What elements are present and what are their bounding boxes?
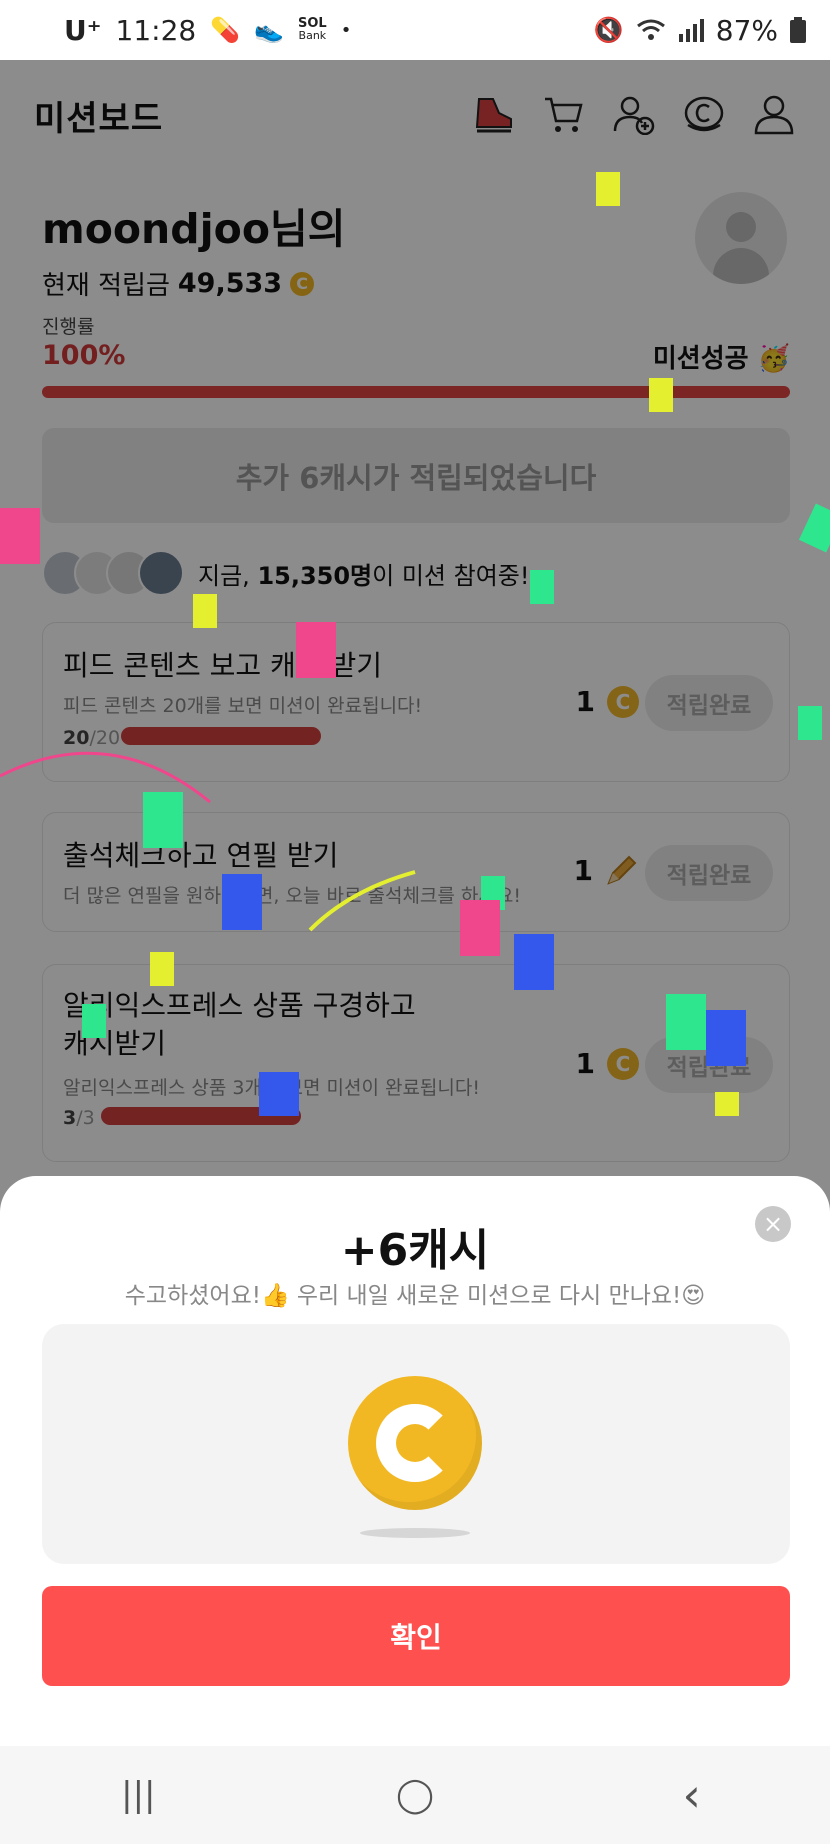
confetti-piece (715, 1092, 739, 1116)
confetti-piece (649, 378, 673, 412)
confetti-piece (706, 1010, 746, 1066)
confetti-piece (798, 706, 822, 740)
bank-label: Bank (298, 29, 327, 42)
confetti-piece (0, 508, 40, 564)
confetti-piece (296, 622, 336, 678)
mute-icon: 🔇 (593, 16, 624, 44)
shoe-notification-icon: 👟 (254, 16, 284, 44)
bank-icon: SOL Bank (298, 17, 327, 42)
confetti-piece (193, 594, 217, 628)
confirm-button[interactable]: 확인 (42, 1586, 790, 1686)
confetti-streamers (0, 751, 416, 932)
confetti-piece (82, 1004, 106, 1038)
confetti-piece (530, 570, 554, 604)
confetti-piece (460, 900, 500, 956)
home-button[interactable]: ◯ (375, 1775, 455, 1815)
wifi-icon (636, 19, 665, 40)
coin-c-mark (376, 1404, 454, 1482)
back-button[interactable]: ‹ (652, 1768, 732, 1822)
confetti-piece (514, 934, 554, 990)
dot-icon: • (340, 19, 352, 41)
status-bar: U⁺ 11:28 💊 👟 SOL Bank • 🔇 87% (0, 0, 830, 60)
coin-shadow (360, 1528, 470, 1538)
system-nav-bar: ||| ◯ ‹ (0, 1746, 830, 1844)
reward-amount-title: +6캐시 (340, 1225, 490, 1276)
clock: 11:28 (115, 13, 197, 47)
confetti-piece (666, 994, 706, 1050)
recent-apps-button[interactable]: ||| (98, 1775, 178, 1815)
confetti-piece (596, 172, 620, 206)
signal-icon (678, 19, 704, 42)
coin-illustration (42, 1324, 790, 1564)
reward-message: 수고하셨어요!👍 우리 내일 새로운 미션으로 다시 만나요!😍 (124, 1283, 706, 1309)
pill-icon: 💊 (210, 16, 241, 44)
battery-icon (790, 17, 806, 43)
confetti-piece (150, 952, 174, 986)
coin-icon (348, 1376, 482, 1510)
confetti-piece (259, 1072, 299, 1116)
carrier-label: U⁺ (64, 13, 102, 47)
reward-sheet: × +6캐시 수고하셨어요!👍 우리 내일 새로운 미션으로 다시 만나요!😍 … (0, 1176, 830, 1746)
battery-label: 87% (715, 13, 778, 47)
